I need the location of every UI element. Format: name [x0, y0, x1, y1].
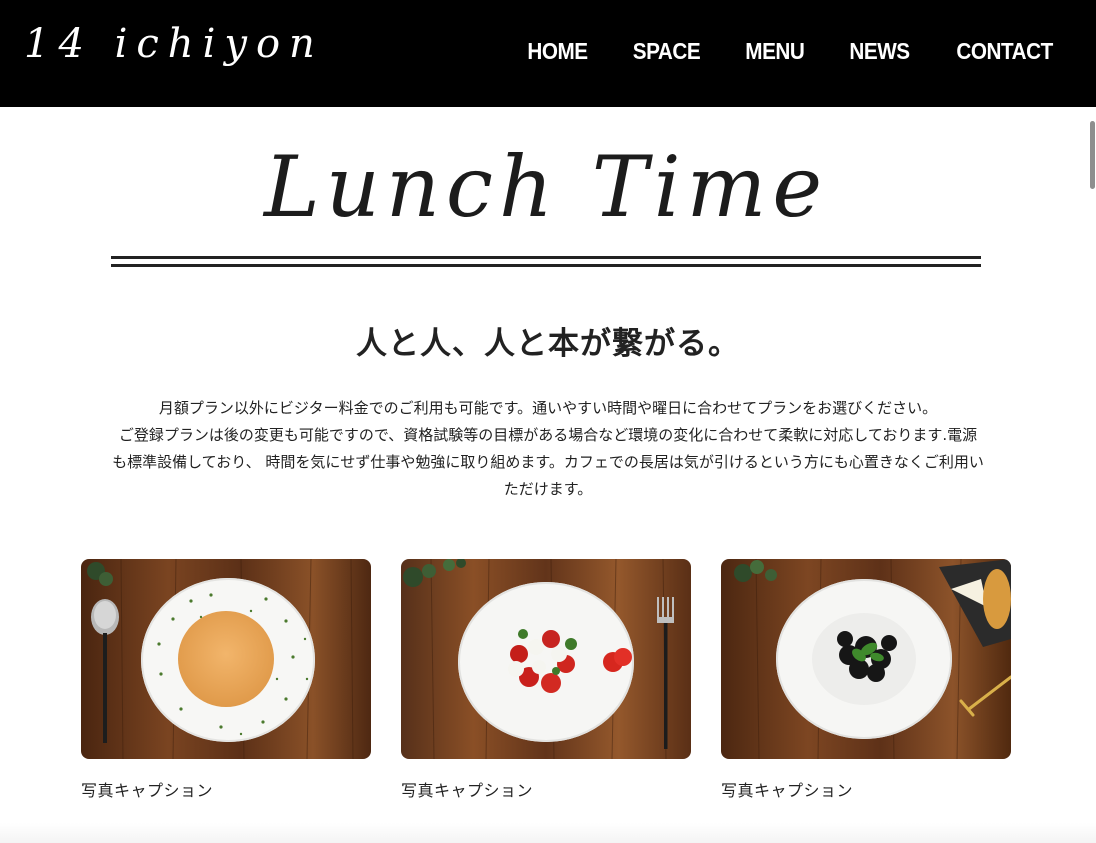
nav-contact[interactable]: CONTACT — [956, 34, 1053, 68]
soup-bowl-photo — [81, 559, 371, 759]
intro-line: 月額プラン以外にビジター料金でのご利用も可能です。通いやすい時間や曜日に合わせて… — [158, 399, 938, 417]
intro-line: ご登録プランは後の変更も可能ですので、資格試験等の目標がある場合など環境の変化に… — [118, 426, 978, 444]
page-scrollbar[interactable] — [1088, 107, 1096, 843]
site-logo[interactable]: 14 ichiyon — [24, 20, 324, 68]
scrollbar-thumb[interactable] — [1090, 121, 1095, 189]
intro-line: も標準設備しており、 時間を気にせず仕事や勉強に取り組めます。カフェでの長居は気… — [112, 453, 984, 471]
photo-caption: 写真キャプション — [401, 781, 534, 800]
photo-caption: 写真キャプション — [721, 781, 854, 800]
nav-news[interactable]: NEWS — [849, 34, 910, 68]
section-tagline: 人と人、人と本が繋がる。 — [356, 326, 740, 362]
intro-line: ただけます。 — [503, 480, 593, 498]
nav-home[interactable]: HOME — [527, 34, 588, 68]
main-nav: HOME SPACE MENU NEWS CONTACT — [524, 34, 1058, 68]
photo-card: 写真キャプション — [721, 559, 1011, 803]
footer-edge — [0, 823, 1096, 843]
intro-paragraph: 月額プラン以外にビジター料金でのご利用も可能です。通いやすい時間や曜日に合わせて… — [80, 395, 1016, 503]
photo-caption: 写真キャプション — [81, 781, 214, 800]
black-pasta-photo — [721, 559, 1011, 759]
site-header: 14 ichiyon HOME SPACE MENU NEWS CONTACT — [0, 0, 1096, 107]
nav-menu[interactable]: MENU — [745, 34, 805, 68]
nav-space[interactable]: SPACE — [633, 34, 701, 68]
photo-card: 写真キャプション — [401, 559, 691, 803]
section-title: Lunch Time — [263, 138, 829, 236]
photo-card: 写真キャプション — [81, 559, 371, 803]
title-double-rule — [111, 256, 981, 267]
caprese-salad-photo — [401, 559, 691, 759]
